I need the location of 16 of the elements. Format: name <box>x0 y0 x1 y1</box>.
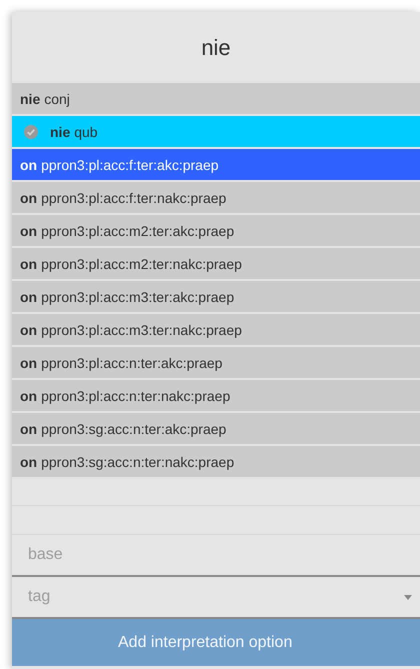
interpretation-option[interactable]: on ppron3:pl:acc:n:ter:nakc:praep <box>12 380 420 411</box>
interpretation-option[interactable]: nie conj <box>12 83 420 114</box>
interpretation-option[interactable]: on ppron3:pl:acc:m3:ter:nakc:praep <box>12 314 420 345</box>
caret-icon <box>404 595 412 600</box>
word-title: nie <box>200 34 232 62</box>
interpretation-option[interactable]: on ppron3:sg:acc:n:ter:akc:praep <box>12 413 420 444</box>
interpretation-option[interactable]: on ppron3:pl:acc:f:ter:nakc:praep <box>12 182 420 213</box>
interpretation-option[interactable]: on ppron3:pl:acc:m2:ter:akc:praep <box>12 215 420 246</box>
interpretation-option[interactable]: on ppron3:sg:acc:n:ter:nakc:praep <box>12 446 420 477</box>
check-icon <box>24 124 38 138</box>
interpretation-option[interactable]: on ppron3:pl:acc:n:ter:akc:praep <box>12 347 420 378</box>
interpretation-option[interactable]: on ppron3:pl:acc:m2:ter:nakc:praep <box>12 248 420 279</box>
interpretation-option[interactable]: on ppron3:pl:acc:m3:ter:akc:praep <box>12 281 420 312</box>
interpretation-option[interactable]: on ppron3:pl:acc:f:ter:akc:praep <box>12 149 420 180</box>
base-field[interactable]: base <box>12 535 420 577</box>
interpretation-option[interactable]: nie qub <box>12 116 420 147</box>
